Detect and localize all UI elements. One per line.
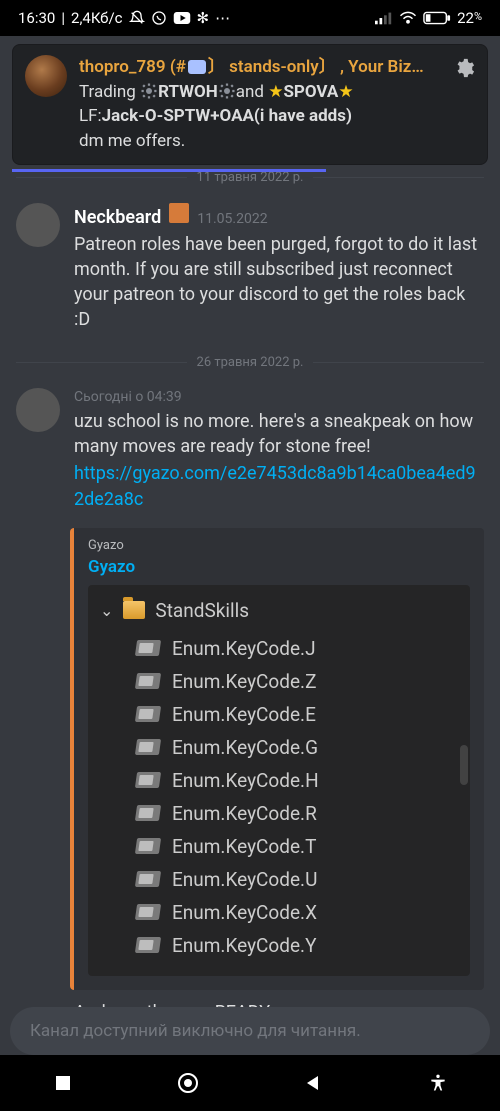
message-link[interactable]: https://gyazo.com/e2e7453dc8a9b14ca0bea4… xyxy=(74,463,476,509)
status-left: 16:30 | 2,4Кб/с ✻ ⋯ xyxy=(18,9,230,27)
speech-icon xyxy=(188,60,206,74)
script-icon xyxy=(135,673,161,689)
nav-accessibility-button[interactable] xyxy=(424,1069,452,1097)
scrollbar-thumb[interactable] xyxy=(460,745,468,785)
banner-line-4: dm me offers. xyxy=(79,129,443,154)
youtube-icon xyxy=(173,11,191,25)
tree-folder-row: ⌄ StandSkills xyxy=(96,595,462,632)
gear-emoji-icon xyxy=(140,82,158,100)
reply-banner[interactable]: thopro_789 (#〕 stands-only〕 , Your Biz… … xyxy=(12,44,488,165)
tree-item: Enum.KeyCode.T xyxy=(96,830,462,863)
star-icon: ★ xyxy=(338,82,353,102)
script-icon xyxy=(135,772,161,788)
tree-item: Enum.KeyCode.R xyxy=(96,797,462,830)
message[interactable]: Сьогодні о 04:39 uzu school is no more. … xyxy=(0,384,500,520)
embed-provider: Gyazo xyxy=(88,538,470,553)
viber-icon xyxy=(151,10,167,26)
tree-item: Enum.KeyCode.G xyxy=(96,731,462,764)
embed-card[interactable]: Gyazo Gyazo ⌄ StandSkills Enum.KeyCode.J… xyxy=(70,528,484,990)
signal-icon xyxy=(375,11,393,25)
tree-item: Enum.KeyCode.U xyxy=(96,863,462,896)
date-divider: 26 травня 2022 р. xyxy=(16,355,484,370)
tree-item: Enum.KeyCode.J xyxy=(96,632,462,665)
tree-folder-label: StandSkills xyxy=(155,599,249,622)
android-status-bar: 16:30 | 2,4Кб/с ✻ ⋯ 22% xyxy=(0,0,500,36)
script-icon xyxy=(135,838,161,854)
status-right: 22% xyxy=(375,9,482,27)
status-time: 16:30 xyxy=(18,9,55,27)
script-icon xyxy=(135,706,161,722)
bell-off-icon xyxy=(129,10,145,26)
script-icon xyxy=(135,937,161,953)
message-text: uzu school is no more. here's a sneakpea… xyxy=(74,409,484,459)
banner-avatar xyxy=(25,55,67,97)
script-icon xyxy=(135,904,161,920)
wifi-icon xyxy=(399,11,417,25)
message-text: Patreon roles have been purged, forgot t… xyxy=(74,232,484,333)
message-timestamp: Сьогодні о 04:39 xyxy=(74,388,182,408)
tree-item: Enum.KeyCode.X xyxy=(96,896,462,929)
script-icon xyxy=(135,739,161,755)
nav-home-button[interactable] xyxy=(174,1069,202,1097)
chevron-down-icon: ⌄ xyxy=(100,601,113,620)
spark-icon: ✻ xyxy=(197,9,210,27)
message[interactable]: Neckbeard 11.05.2022 Patreon roles have … xyxy=(0,199,500,341)
nav-recent-button[interactable] xyxy=(49,1069,77,1097)
script-icon xyxy=(135,805,161,821)
banner-tail: , Your Biz… xyxy=(340,57,424,77)
tree-item: Enum.KeyCode.Z xyxy=(96,665,462,698)
avatar[interactable] xyxy=(16,388,60,432)
message-author[interactable]: Neckbeard xyxy=(74,205,161,230)
battery-percent: 22% xyxy=(457,9,482,27)
message-timestamp: 11.05.2022 xyxy=(197,210,267,230)
nav-back-button[interactable] xyxy=(299,1069,327,1097)
embed-title[interactable]: Gyazo xyxy=(88,557,470,577)
more-icon: ⋯ xyxy=(215,9,230,27)
script-icon xyxy=(135,640,161,656)
input-placeholder: Канал доступний виключно для читання. xyxy=(30,1021,361,1041)
tree-item: Enum.KeyCode.H xyxy=(96,764,462,797)
message-input-area: Канал доступний виключно для читання. xyxy=(0,1007,500,1055)
neckbeard-emoji-icon xyxy=(169,203,189,223)
banner-line-2: Trading RTWOH and ★SPOVA★ xyxy=(79,80,443,105)
status-net-speed: 2,4Кб/с xyxy=(71,9,123,27)
folder-icon xyxy=(123,601,145,619)
android-navbar xyxy=(0,1055,500,1111)
banner-line-3: LF:Jack-O-SPTW+OAA(i have adds) xyxy=(79,104,443,129)
gear-icon[interactable] xyxy=(453,57,475,87)
banner-channel: (#〕 stands-only〕 xyxy=(170,57,336,77)
tree-item: Enum.KeyCode.Y xyxy=(96,929,462,962)
battery-icon xyxy=(423,11,451,25)
tree-item: Enum.KeyCode.E xyxy=(96,698,462,731)
script-icon xyxy=(135,871,161,887)
star-icon: ★ xyxy=(268,82,283,102)
message-input[interactable]: Канал доступний виключно для читання. xyxy=(10,1007,490,1055)
banner-progress xyxy=(12,169,488,172)
date-divider: 11 травня 2022 р. xyxy=(16,170,484,185)
avatar[interactable] xyxy=(16,203,60,247)
gear-emoji-icon xyxy=(218,82,236,100)
banner-author: thopro_789 xyxy=(79,57,166,77)
embed-image[interactable]: ⌄ StandSkills Enum.KeyCode.J Enum.KeyCod… xyxy=(88,585,470,976)
